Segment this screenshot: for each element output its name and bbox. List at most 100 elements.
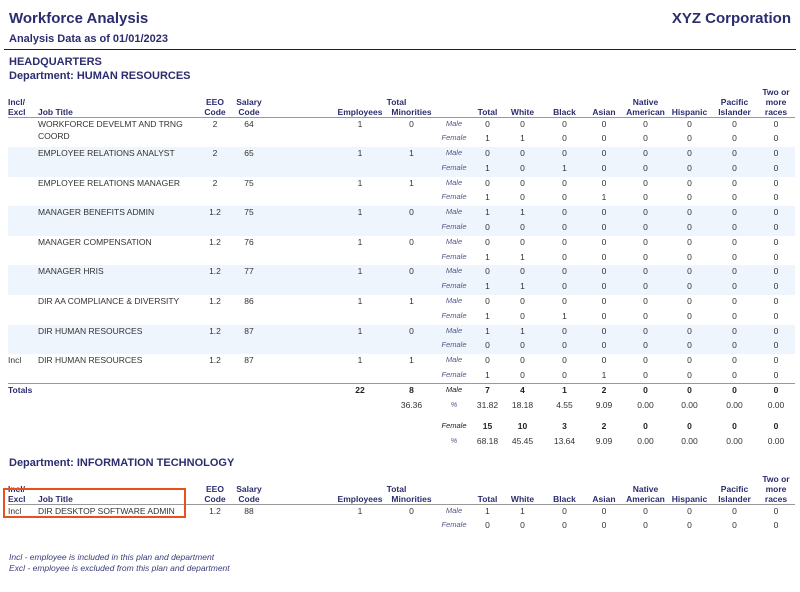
male-white: 0	[500, 147, 545, 162]
male-native: 0	[643, 355, 648, 366]
female-pacific: 0	[732, 520, 737, 531]
male-black: 0	[545, 324, 584, 340]
male-two: 0	[773, 355, 779, 366]
table-row: DIR AA COMPLIANCE & DIVERSITY 1.2 86 1 1 Male…	[8, 295, 795, 310]
sex-label: Female	[441, 192, 467, 202]
female-total: 1	[485, 192, 490, 203]
pct-label: %	[450, 436, 458, 446]
table-row: MANAGER BENEFITS ADMIN 1.2 75 1 0 Male 1 1 0 0 0 0 0…	[8, 206, 795, 236]
table-row: EMPLOYEE RELATIONS ANALYST 2 65 1 1 Male 0 0 0 0 0…	[8, 147, 795, 177]
table-header: Incl/EEO Salary Total Native Pacific Two or mo…	[8, 87, 795, 118]
total-minorities: 8	[390, 383, 433, 399]
male-hispanic: 0	[667, 265, 712, 281]
incl-excl	[8, 236, 38, 266]
sex-label: Male	[445, 177, 463, 187]
female-total: 1	[475, 280, 500, 296]
female-pacific: 0	[732, 370, 737, 381]
table-row: MANAGER HRIS 1.2 77 1 0 Male 0 0 0 0 0 0 0 0	[8, 265, 795, 296]
job-title: DIR AA COMPLIANCE & DIVERSITY	[38, 296, 180, 307]
female-hispanic: 0	[687, 310, 692, 321]
male-white: 1	[500, 324, 545, 340]
sex-label: Male	[433, 265, 475, 281]
minorities: 1	[409, 355, 414, 366]
total-male-native: 0	[624, 383, 667, 399]
salary-code: 75	[230, 206, 268, 236]
salary-code: 87	[244, 355, 254, 366]
female-white: 0	[520, 192, 525, 203]
salary-code: 86	[244, 296, 254, 307]
sex-label: Female	[433, 339, 475, 355]
female-black: 0	[545, 221, 584, 236]
eeo-code: 1.2	[209, 236, 221, 247]
female-pct-two: 0.00	[767, 436, 785, 447]
minorities: 0	[409, 236, 414, 247]
table-row: EMPLOYEE RELATIONS MANAGER 2 75 1 1 Male 0 0 0 0 0…	[8, 177, 795, 192]
col-minorities: Minorities	[390, 494, 433, 505]
employees: 1	[357, 506, 363, 516]
sex-label: Female	[441, 251, 467, 261]
total-male-black: 1	[545, 383, 584, 399]
highlight-box	[3, 488, 186, 518]
job-title: MANAGER BENEFITS ADMIN	[38, 206, 200, 236]
male-native: 0	[643, 119, 648, 129]
female-native: 0	[643, 370, 648, 381]
female-asian: 0	[584, 280, 624, 296]
male-native: 0	[643, 177, 648, 188]
male-black: 0	[562, 296, 567, 307]
female-asian: 0	[601, 251, 607, 262]
male-pct-asian: 9.09	[595, 399, 613, 410]
total-female-hispanic: 0	[687, 421, 692, 432]
male-total: 1	[475, 324, 500, 340]
col-employees: Employees	[330, 107, 390, 118]
eeo-code: 2	[212, 177, 218, 188]
female-pct-pacific: 0.00	[726, 436, 743, 447]
table-row: DIR HUMAN RESOURCES 1.2 87 1 0 Male 1 1 0 0 0 0 0 0	[8, 324, 795, 355]
female-native: 0	[643, 133, 648, 144]
female-asian: 0	[584, 161, 624, 177]
female-hispanic: 0	[667, 339, 712, 355]
female-asian: 1	[601, 192, 607, 203]
col-two: Two or more	[762, 87, 790, 107]
male-two: 0	[757, 206, 795, 222]
male-hispanic: 0	[687, 506, 692, 516]
totals-male-row: Totals 22 8 Male 7 4 1 2 0 0 0 0	[8, 383, 795, 399]
female-asian: 1	[601, 370, 607, 381]
minorities: 0	[390, 265, 433, 296]
male-pacific: 0	[732, 177, 737, 188]
sex-label: Female	[433, 280, 475, 296]
female-hispanic: 0	[687, 133, 692, 144]
female-pacific: 0	[732, 192, 737, 203]
minorities: 1	[409, 177, 414, 188]
col-white: White	[500, 494, 545, 505]
male-asian: 0	[601, 296, 607, 307]
male-white: 0	[520, 119, 525, 129]
eeo-code: 1.2	[209, 296, 221, 307]
sex-label: Female	[433, 161, 475, 177]
male-asian: 0	[601, 177, 607, 188]
table-row: Incl DIR HUMAN RESOURCES 1.2 87 1 1 Male 0 0 0 0 0 0…	[8, 354, 795, 369]
female-asian: 0	[584, 339, 624, 355]
female-asian: 0	[584, 221, 624, 236]
total-female-total: 15	[482, 421, 493, 432]
col-eeo-code: Code	[200, 107, 230, 118]
male-two: 0	[773, 119, 779, 129]
salary-code: 88	[244, 506, 254, 516]
female-total: 1	[485, 133, 490, 144]
male-asian: 0	[584, 324, 624, 340]
sex-label: Male	[445, 296, 463, 306]
eeo-code: 2	[200, 147, 230, 177]
sex-label: Female	[433, 221, 475, 236]
total-female-native: 0	[643, 421, 648, 432]
col-black: Black	[545, 107, 584, 118]
male-pct-total: 31.82	[476, 399, 499, 410]
salary-code: 75	[244, 177, 254, 188]
female-black: 0	[562, 370, 567, 381]
col-native: Native	[632, 484, 659, 494]
male-two: 0	[757, 147, 795, 162]
male-white: 1	[520, 506, 525, 516]
female-black: 1	[545, 161, 584, 177]
male-total: 1	[485, 506, 490, 516]
female-two: 0	[773, 133, 779, 144]
col-salary-code: Code	[230, 107, 268, 118]
total-employees: 22	[330, 383, 390, 399]
